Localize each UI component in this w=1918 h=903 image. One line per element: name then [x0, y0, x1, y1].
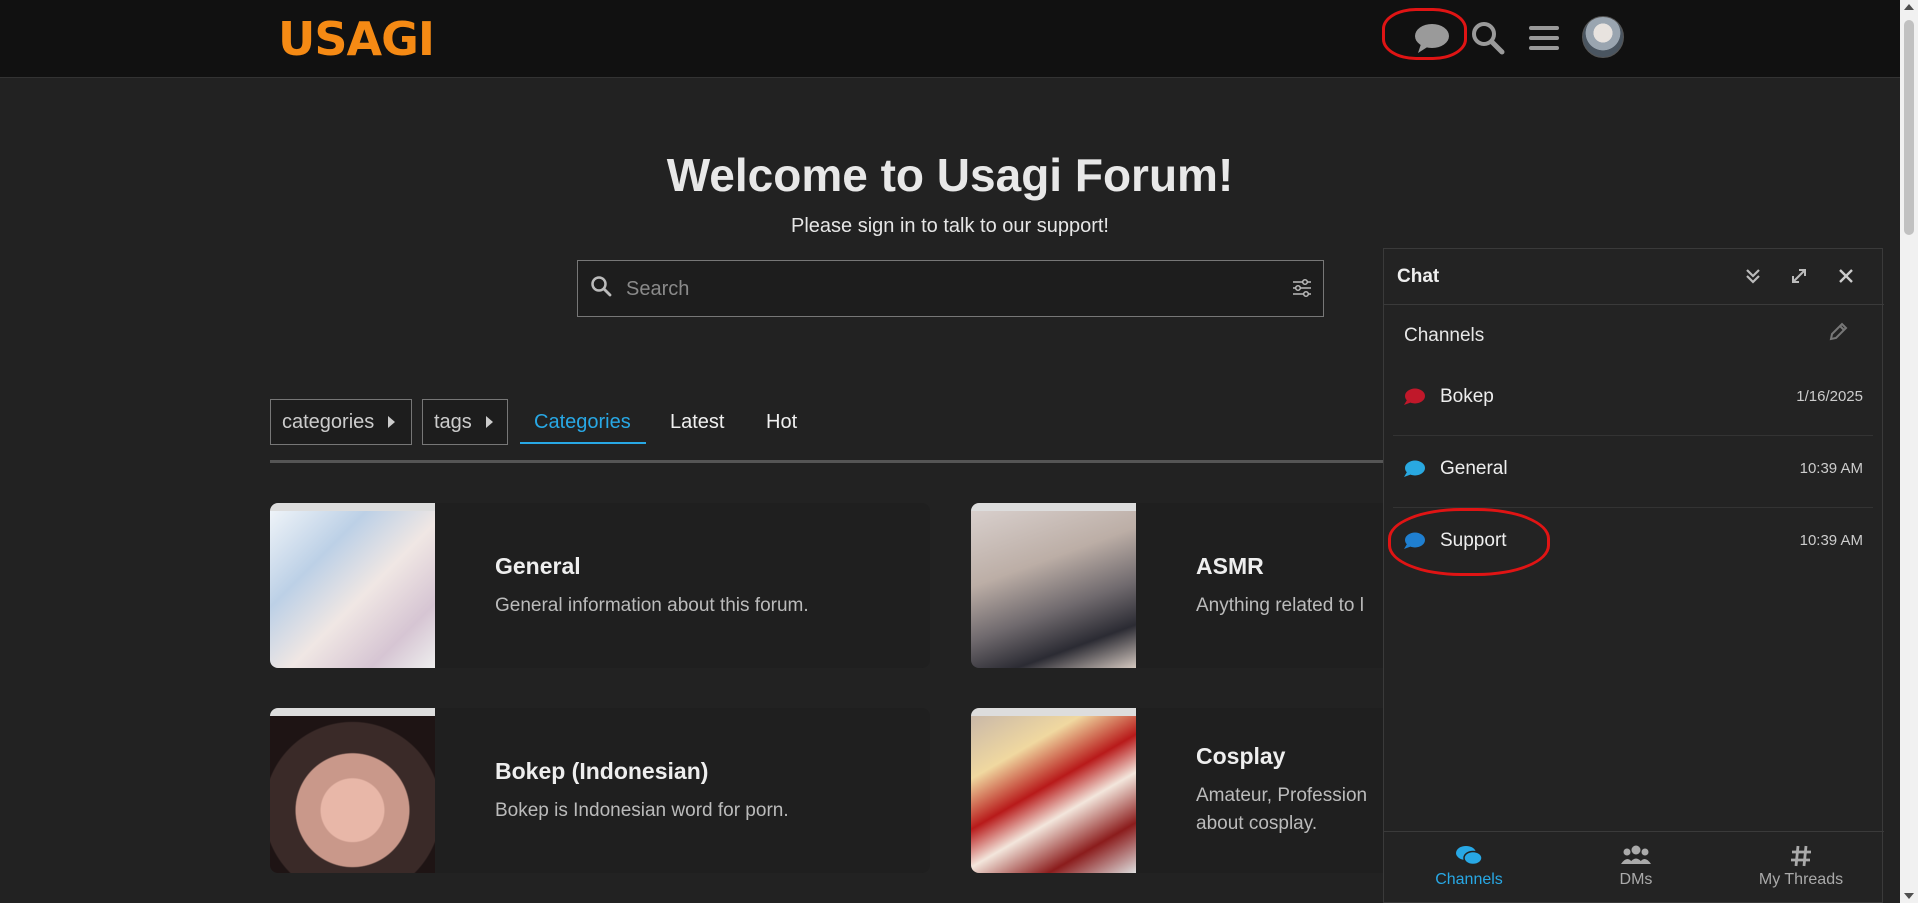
- close-icon[interactable]: [1832, 262, 1860, 290]
- footer-tab-my-threads[interactable]: My Threads: [1731, 844, 1871, 889]
- site-logo[interactable]: USAGI: [278, 12, 435, 66]
- channel-bubble-icon: [1403, 388, 1425, 406]
- channel-timestamp: 1/16/2025: [1796, 388, 1863, 405]
- channel-timestamp: 10:39 AM: [1799, 460, 1863, 477]
- channel-name: General: [1440, 458, 1508, 479]
- channel-row-bokep[interactable]: Bokep 1/16/2025: [1393, 364, 1873, 436]
- category-thumbnail[interactable]: [971, 708, 1136, 873]
- annotation-circle-support: [1388, 508, 1550, 576]
- category-title[interactable]: ASMR: [1196, 553, 1264, 580]
- channel-bubble-icon: [1403, 460, 1425, 478]
- channels-heading: Channels: [1404, 325, 1485, 346]
- active-tab-indicator: [520, 442, 646, 444]
- page-scrollbar[interactable]: [1900, 0, 1918, 903]
- category-card-bokep[interactable]: Bokep (Indonesian) Bokep is Indonesian w…: [270, 708, 930, 873]
- page-subtitle: Please sign in to talk to our support!: [791, 215, 1109, 237]
- chat-title: Chat: [1397, 266, 1440, 287]
- caret-right-icon: [485, 416, 493, 428]
- channel-timestamp: 10:39 AM: [1799, 532, 1863, 549]
- filter-options-icon[interactable]: [1291, 277, 1313, 299]
- tab-categories[interactable]: Categories: [534, 411, 631, 434]
- search-icon: [590, 273, 612, 304]
- category-description: Amateur, Profession about cosplay.: [1196, 785, 1368, 834]
- footer-tab-channels[interactable]: Channels: [1399, 844, 1539, 889]
- scroll-up-arrow-icon[interactable]: [1904, 4, 1914, 10]
- category-card-general[interactable]: General General information about this f…: [270, 503, 930, 668]
- footer-tab-label: DMs: [1619, 871, 1653, 888]
- avatar[interactable]: [1582, 16, 1624, 58]
- users-icon: [1566, 844, 1706, 868]
- site-header: USAGI: [0, 0, 1900, 78]
- chat-header: Chat: [1384, 249, 1884, 305]
- search-input[interactable]: [626, 271, 1256, 307]
- tags-dropdown[interactable]: tags: [422, 399, 508, 445]
- footer-tab-dms[interactable]: DMs: [1566, 844, 1706, 889]
- hashtag-icon: [1731, 844, 1871, 868]
- footer-tab-label: My Threads: [1758, 871, 1844, 888]
- category-description: Bokep is Indonesian word for porn.: [495, 800, 789, 821]
- menu-icon[interactable]: [1522, 16, 1566, 60]
- page-title: Welcome to Usagi Forum!: [666, 149, 1234, 201]
- category-navigation: categories tags Categories Latest Hot: [270, 399, 1400, 463]
- category-title[interactable]: General: [495, 553, 581, 580]
- chat-footer-nav: Channels DMs My Threads: [1384, 831, 1884, 903]
- category-title[interactable]: Cosplay: [1196, 743, 1285, 770]
- caret-right-icon: [388, 416, 396, 428]
- channel-name: Bokep: [1440, 386, 1494, 407]
- footer-tab-label: Channels: [1435, 871, 1503, 888]
- categories-dropdown[interactable]: categories: [270, 399, 412, 445]
- tab-latest[interactable]: Latest: [670, 411, 724, 434]
- scrollbar-thumb[interactable]: [1904, 20, 1914, 235]
- categories-dropdown-label: categories: [282, 410, 375, 433]
- category-title[interactable]: Bokep (Indonesian): [495, 758, 708, 785]
- tags-dropdown-label: tags: [434, 410, 472, 433]
- category-thumbnail[interactable]: [270, 503, 435, 668]
- tab-hot[interactable]: Hot: [766, 411, 797, 434]
- category-thumbnail[interactable]: [270, 708, 435, 873]
- channel-row-general[interactable]: General 10:39 AM: [1393, 436, 1873, 508]
- expand-icon[interactable]: [1785, 262, 1813, 290]
- category-description: General information about this forum.: [495, 595, 809, 616]
- pencil-icon[interactable]: [1827, 321, 1853, 347]
- chat-bubbles-icon: [1399, 844, 1539, 868]
- collapse-icon[interactable]: [1739, 262, 1767, 290]
- search-icon[interactable]: [1466, 16, 1510, 60]
- annotation-circle-chat-icon: [1382, 8, 1467, 60]
- scroll-down-arrow-icon[interactable]: [1904, 893, 1914, 899]
- category-thumbnail[interactable]: [971, 503, 1136, 668]
- search-bar: [577, 260, 1324, 317]
